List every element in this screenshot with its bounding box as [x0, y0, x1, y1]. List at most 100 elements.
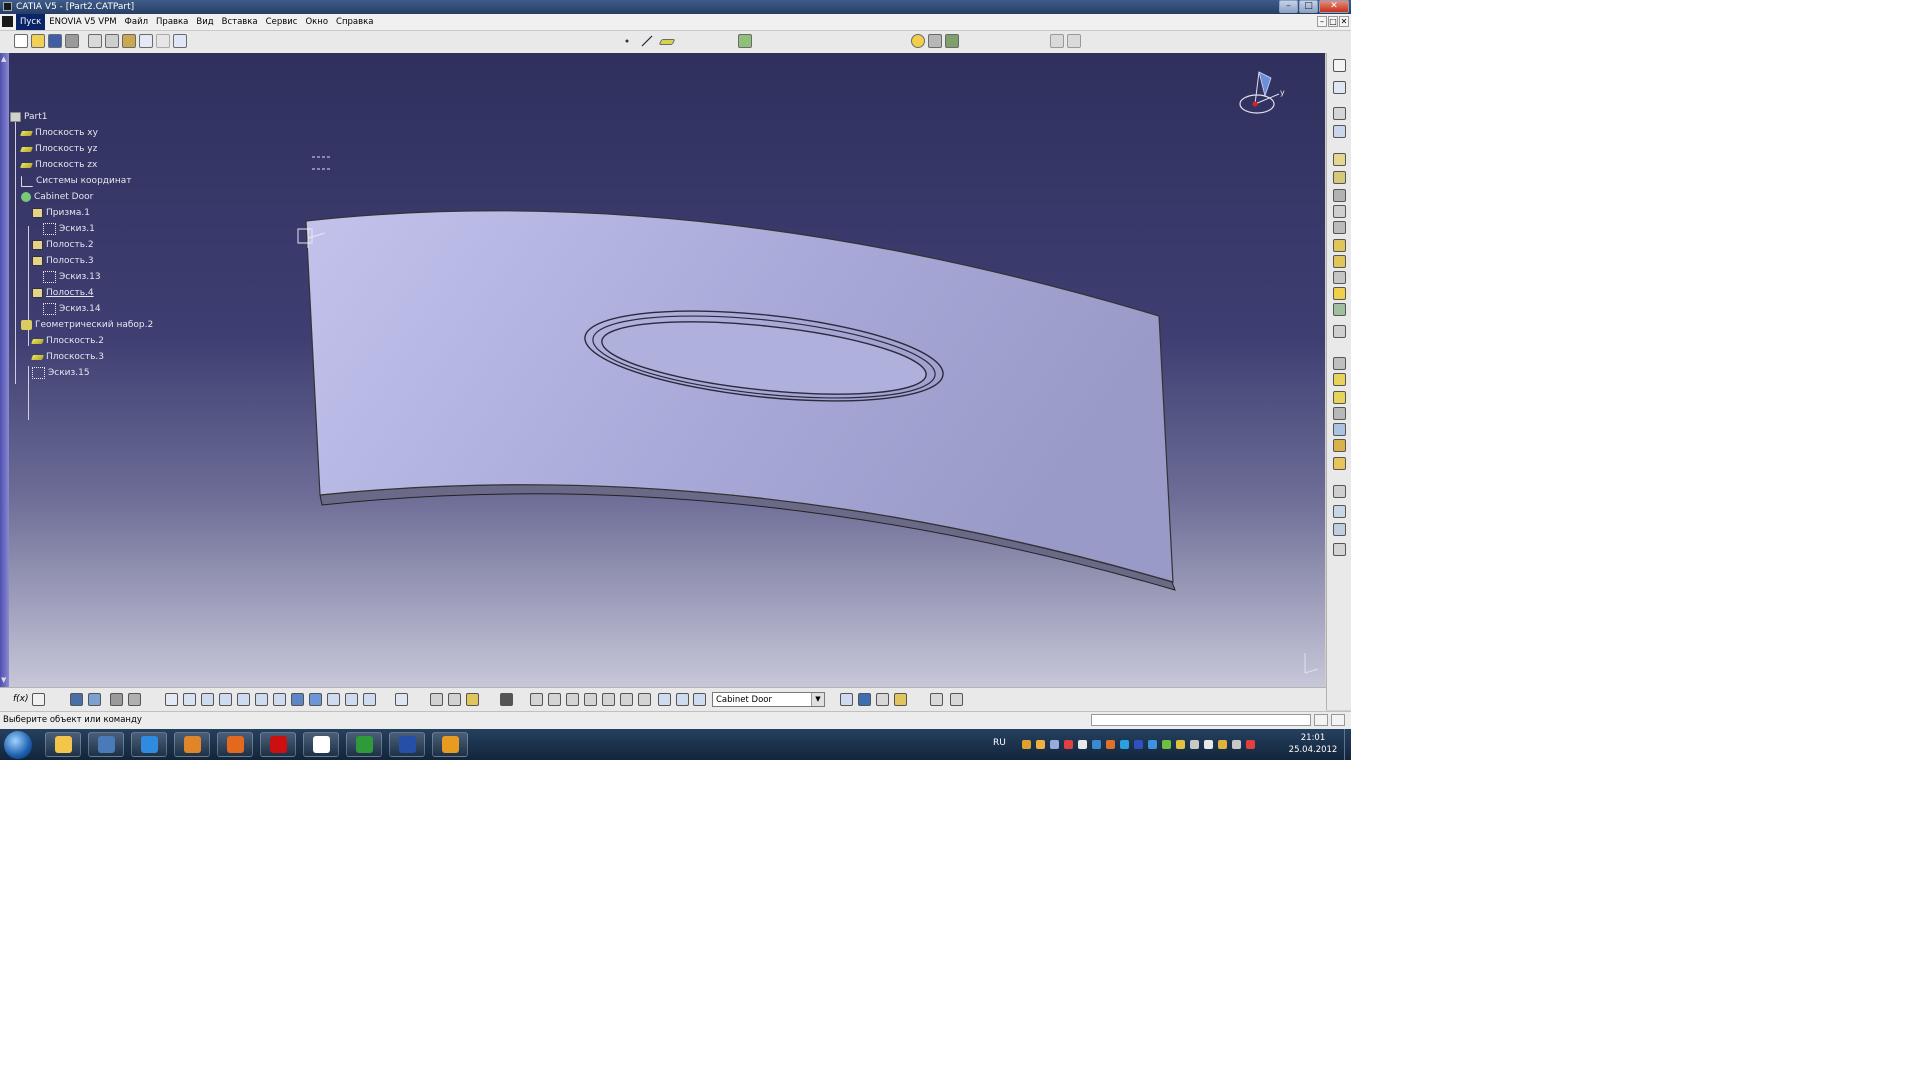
3d-viewport[interactable]: Part1 Плоскость xy Плоскость yz Плоскость z… [0, 53, 1325, 687]
whats-this-icon[interactable] [173, 34, 187, 48]
fit-all-icon[interactable] [183, 693, 196, 706]
menu-item[interactable]: Файл [121, 14, 152, 30]
mirror-icon[interactable] [1333, 505, 1346, 518]
zoom-in-icon[interactable] [237, 693, 250, 706]
tree-scroll-strip[interactable]: ▲ ▼ [0, 53, 9, 687]
catalog-browser-icon[interactable] [840, 693, 853, 706]
snap-icon[interactable] [1067, 34, 1081, 48]
remove-face-icon[interactable] [1333, 439, 1346, 452]
open-folder-icon[interactable] [31, 34, 45, 48]
cut-icon[interactable] [88, 34, 102, 48]
show-desktop-button[interactable] [1344, 729, 1351, 760]
menu-item[interactable]: Сервис [262, 14, 302, 30]
iso-view-icon[interactable] [291, 693, 304, 706]
3d-compass-icon[interactable] [950, 693, 963, 706]
select-arrow-icon[interactable] [1333, 59, 1346, 72]
tree-node[interactable]: Плоскость.3 [31, 350, 104, 364]
rotate-icon[interactable] [219, 693, 232, 706]
table-icon[interactable] [70, 693, 83, 706]
start-button[interactable] [4, 731, 32, 759]
power-input-clear-button[interactable] [1331, 714, 1345, 726]
taskbar-app-button[interactable] [88, 732, 124, 757]
grid-icon[interactable] [1050, 34, 1064, 48]
folder-tray-icon[interactable] [1218, 740, 1227, 749]
point-icon[interactable] [620, 34, 634, 48]
point-constructor-icon[interactable] [566, 693, 579, 706]
clock[interactable]: 21:01 25.04.2012 [1283, 732, 1343, 756]
body-select-icon[interactable] [676, 693, 689, 706]
part-geometry[interactable] [0, 53, 1325, 687]
swap-visible-icon[interactable] [345, 693, 358, 706]
tree-node[interactable]: Cabinet Door [21, 190, 93, 204]
apply-material-bottom-icon[interactable] [530, 693, 543, 706]
render-icon[interactable] [928, 34, 942, 48]
menu-item[interactable]: ENOVIA V5 VPM [45, 14, 120, 30]
network-tray-icon[interactable] [1050, 740, 1059, 749]
chamfer-icon[interactable] [1333, 357, 1346, 370]
firefox-tray-icon[interactable] [1106, 740, 1115, 749]
tree-node[interactable]: Полость.4 [32, 286, 94, 300]
taskbar-app-button[interactable] [131, 732, 167, 757]
hole-icon[interactable] [1333, 221, 1346, 234]
formula-icon[interactable] [88, 693, 101, 706]
update-icon[interactable] [1036, 740, 1045, 749]
undo-icon[interactable] [139, 34, 153, 48]
taskbar-app-button[interactable] [174, 732, 210, 757]
gear-icon[interactable] [876, 693, 889, 706]
hide-show-icon[interactable] [327, 693, 340, 706]
tree-node[interactable]: Эскиз.1 [43, 222, 95, 236]
loft-icon[interactable] [1333, 287, 1346, 300]
close-button[interactable]: ✕ [1319, 0, 1349, 13]
menu-item[interactable]: Справка [332, 14, 377, 30]
print-icon[interactable] [65, 34, 79, 48]
comment-icon[interactable] [32, 693, 45, 706]
power-input[interactable] [1091, 714, 1311, 726]
knowledge-advisor-icon[interactable] [110, 693, 123, 706]
pan-icon[interactable] [201, 693, 214, 706]
groove-icon[interactable] [1333, 205, 1346, 218]
zoom-out-icon[interactable] [255, 693, 268, 706]
menu-item[interactable]: Правка [152, 14, 192, 30]
tree-node[interactable]: Плоскость.2 [31, 334, 104, 348]
scroll-down-icon[interactable]: ▼ [1, 676, 6, 684]
hybrid-design-icon[interactable] [693, 693, 706, 706]
signal-icon[interactable] [1190, 740, 1199, 749]
tree-node[interactable]: Плоскость yz [20, 142, 97, 156]
copy-icon[interactable] [105, 34, 119, 48]
tree-node[interactable]: Призма.1 [32, 206, 90, 220]
line-icon[interactable] [640, 34, 654, 48]
sketcher-icon[interactable] [1333, 81, 1346, 94]
update-icon[interactable] [395, 693, 408, 706]
hide-icon[interactable] [363, 693, 376, 706]
measure-item-icon[interactable] [448, 693, 461, 706]
minimize-button[interactable]: – [1279, 0, 1298, 13]
slot-icon[interactable] [1333, 255, 1346, 268]
graph-icon[interactable] [894, 693, 907, 706]
taskbar-app-button[interactable] [217, 732, 253, 757]
photo-studio-icon[interactable] [500, 693, 513, 706]
plane-constructor-icon[interactable] [602, 693, 615, 706]
doc-minimize-button[interactable]: – [1317, 16, 1327, 27]
compass[interactable]: y [1235, 66, 1287, 118]
scroll-up-icon[interactable]: ▲ [1, 55, 6, 63]
tree-node[interactable]: Эскиз.15 [32, 366, 90, 380]
taskbar-app-button[interactable] [346, 732, 382, 757]
shell-icon[interactable] [1333, 391, 1346, 404]
maximize-button[interactable]: □ [1299, 0, 1318, 13]
replace-face-icon[interactable] [1333, 457, 1346, 470]
tree-node[interactable]: Полость.3 [32, 254, 94, 268]
thickness-icon[interactable] [1333, 407, 1346, 420]
menu-item[interactable]: Пуск [16, 14, 46, 30]
arrow-left-icon[interactable] [1078, 740, 1087, 749]
rib-icon[interactable] [1333, 239, 1346, 252]
title-bar[interactable]: CATIA V5 - [Part2.CATPart] – □ ✕ [0, 0, 1351, 14]
shaft-icon[interactable] [1333, 189, 1346, 202]
boolean-icon[interactable] [620, 693, 633, 706]
bluetooth-icon[interactable] [1092, 740, 1101, 749]
taskbar-app-button[interactable] [260, 732, 296, 757]
current-body-select[interactable]: Cabinet Door ▼ [712, 692, 825, 707]
catalog-icon[interactable] [738, 34, 752, 48]
axis-tool-icon[interactable] [584, 693, 597, 706]
redo-icon[interactable] [156, 34, 170, 48]
knowledge-icon[interactable] [945, 34, 959, 48]
